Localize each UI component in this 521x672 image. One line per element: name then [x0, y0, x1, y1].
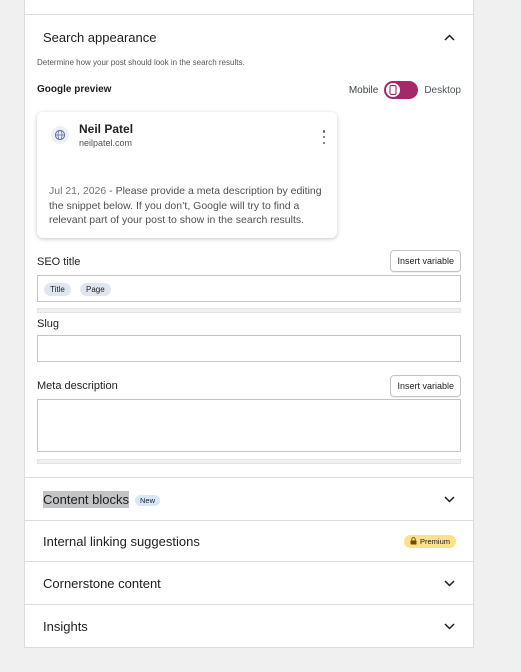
preview-mode-toggle[interactable] [384, 81, 419, 99]
seo-title-tag-title[interactable]: Title [44, 283, 71, 296]
slug-input[interactable] [37, 335, 461, 362]
insights-header[interactable]: Insights [25, 605, 473, 648]
panel-bottom-border [25, 647, 473, 648]
new-badge: New [135, 494, 161, 506]
lock-icon [410, 537, 417, 545]
chevron-down-icon [442, 620, 456, 634]
slug-label: Slug [37, 318, 60, 330]
meta-description-label: Meta description [37, 380, 118, 392]
preview-separator: - [106, 185, 116, 197]
globe-icon [51, 126, 69, 144]
search-appearance-header[interactable]: Search appearance [25, 26, 473, 48]
content-blocks-header[interactable]: Content blocks New [25, 478, 473, 520]
meta-description-insert-variable-button[interactable]: Insert variable [390, 375, 461, 397]
seo-sidebar-panel: Search appearance Determine how your pos… [24, 0, 474, 648]
preview-date: Jul 21, 2026 [49, 185, 107, 197]
preview-mode-toggle-group: Mobile Desktop [349, 81, 461, 99]
search-appearance-description: Determine how your post should look in t… [37, 58, 245, 67]
toggle-desktop-label[interactable]: Desktop [424, 85, 461, 96]
seo-title-tag-page[interactable]: Page [80, 283, 111, 296]
meta-description-length-progress [37, 459, 461, 464]
internal-linking-header[interactable]: Internal linking suggestions Premium [25, 521, 473, 561]
premium-badge-label: Premium [419, 536, 450, 546]
preview-url: neilpatel.com [79, 138, 133, 148]
content-blocks-title-group: Content blocks New [43, 490, 161, 508]
chevron-down-icon [442, 492, 456, 506]
preview-snippet: Jul 21, 2026 - Please provide a meta des… [49, 184, 331, 228]
cornerstone-content-header[interactable]: Cornerstone content [25, 562, 473, 604]
google-preview-label: Google preview [37, 84, 112, 95]
chevron-up-icon [442, 30, 456, 44]
seo-title-input[interactable]: Title Page [37, 275, 461, 302]
top-divider [25, 14, 473, 15]
content-blocks-title: Content blocks [43, 490, 129, 508]
toggle-mobile-label[interactable]: Mobile [349, 85, 378, 96]
search-appearance-title: Search appearance [43, 29, 157, 45]
chevron-down-icon [442, 576, 456, 590]
more-vertical-icon[interactable] [321, 130, 327, 144]
seo-title-insert-variable-button[interactable]: Insert variable [390, 250, 461, 272]
seo-title-length-progress [37, 308, 461, 313]
meta-description-textarea[interactable] [37, 399, 461, 452]
mobile-icon [386, 83, 401, 97]
insights-title: Insights [43, 619, 88, 634]
google-preview-card: Neil Patel neilpatel.com Jul 21, 2026 - … [37, 112, 337, 238]
seo-title-label: SEO title [37, 256, 81, 268]
preview-site-name: Neil Patel [79, 122, 134, 136]
cornerstone-content-title: Cornerstone content [43, 575, 161, 591]
premium-badge: Premium [403, 534, 456, 548]
internal-linking-title: Internal linking suggestions [43, 533, 200, 549]
